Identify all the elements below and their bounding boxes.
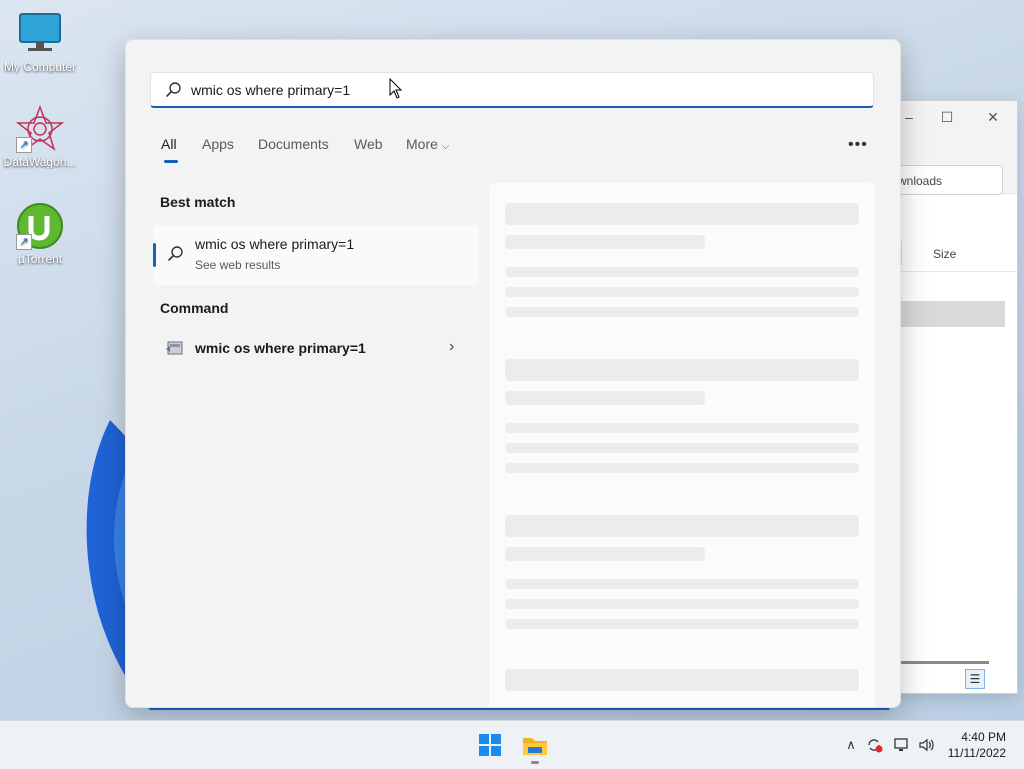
desktop-icon-datawagon[interactable]: ↗ DataWagon... xyxy=(0,104,80,169)
clock-date: 11/11/2022 xyxy=(947,746,1006,760)
skeleton-line xyxy=(505,599,859,609)
datawagon-logo-icon: ↗ xyxy=(15,104,65,153)
more-options-button[interactable]: ••• xyxy=(848,136,868,154)
close-icon[interactable]: ✕ xyxy=(983,107,1003,127)
tab-apps[interactable]: Apps xyxy=(202,136,234,152)
skeleton-line xyxy=(505,359,859,381)
running-indicator xyxy=(531,761,539,764)
column-separator xyxy=(901,241,902,265)
windows-logo-icon xyxy=(479,734,501,756)
folder-icon xyxy=(523,738,547,755)
mouse-cursor-icon xyxy=(389,78,403,99)
command-title: wmic os where primary=1 xyxy=(195,340,366,356)
maximize-icon[interactable]: ☐ xyxy=(937,107,957,127)
file-explorer-window[interactable]: – ☐ ✕ wnloads Size ☰ ▭ xyxy=(898,100,1018,694)
minimize-icon[interactable]: – xyxy=(899,107,919,127)
skeleton-line xyxy=(505,235,705,249)
best-match-title: wmic os where primary=1 xyxy=(195,236,355,252)
column-size-label[interactable]: Size xyxy=(933,247,956,261)
volume-icon[interactable] xyxy=(918,737,936,753)
details-view-icon[interactable]: ☰ xyxy=(965,669,985,689)
shortcut-arrow-icon: ↗ xyxy=(16,234,32,250)
chevron-up-icon[interactable]: ∧ xyxy=(842,737,860,753)
start-button[interactable] xyxy=(474,729,506,761)
tab-web[interactable]: Web xyxy=(354,136,383,152)
search-flyout: All Apps Documents Web More ⌵ ••• Best m… xyxy=(125,39,901,708)
ellipsis-icon: ••• xyxy=(848,136,868,153)
skeleton-line xyxy=(505,579,859,589)
network-icon[interactable] xyxy=(893,737,911,753)
command-header: Command xyxy=(160,300,229,316)
skeleton-line xyxy=(505,547,705,561)
best-match-result[interactable]: wmic os where primary=1 See web results xyxy=(153,225,479,285)
desktop-icon-label: DataWagon... xyxy=(3,155,77,169)
skeleton-line xyxy=(505,267,859,277)
skeleton-line xyxy=(505,669,859,691)
skeleton-line xyxy=(505,515,859,537)
explorer-column-header: Size xyxy=(899,237,1017,272)
chevron-down-icon: ⌵ xyxy=(441,141,450,152)
explorer-selected-row[interactable] xyxy=(899,301,1005,327)
desktop-icon-label: µTorrent xyxy=(17,252,63,266)
tiles-view-icon[interactable]: ▭ xyxy=(965,689,985,693)
desktop-icon-utorrent[interactable]: ↗ µTorrent xyxy=(0,202,80,266)
monitor-icon xyxy=(16,10,64,58)
skeleton-line xyxy=(505,443,859,453)
search-box[interactable] xyxy=(150,72,874,108)
search-input[interactable] xyxy=(191,79,851,101)
tab-documents[interactable]: Documents xyxy=(258,136,329,152)
shortcut-arrow-icon: ↗ xyxy=(16,137,32,153)
taskbar-file-explorer[interactable] xyxy=(519,729,551,764)
web-search-icon xyxy=(168,246,183,261)
explorer-view-toggle: ☰ ▭ xyxy=(965,669,1009,693)
search-icon xyxy=(166,82,181,97)
chevron-right-icon[interactable]: › xyxy=(449,338,454,356)
skeleton-line xyxy=(505,619,859,629)
skeleton-line xyxy=(505,423,859,433)
explorer-titlebar[interactable]: – ☐ ✕ xyxy=(899,101,1017,133)
tab-active-indicator xyxy=(164,160,178,163)
explorer-scrollbar[interactable] xyxy=(899,661,989,664)
best-match-subtitle: See web results xyxy=(195,258,281,272)
tab-all[interactable]: All xyxy=(161,136,177,152)
skeleton-line xyxy=(505,463,859,473)
skeleton-line xyxy=(505,391,705,405)
command-result[interactable]: wmic os where primary=1 › xyxy=(153,330,479,366)
command-app-icon xyxy=(166,341,183,355)
desktop-icon-label: My Computer xyxy=(3,60,77,74)
taskbar: ∧ 4:40 PM 11/11/2022 xyxy=(0,720,1024,769)
tab-more-label: More xyxy=(406,136,438,152)
preview-pane xyxy=(489,183,875,707)
desktop-icon-my-computer[interactable]: My Computer xyxy=(0,10,80,74)
skeleton-line xyxy=(505,307,859,317)
skeleton-line xyxy=(505,287,859,297)
selection-accent xyxy=(153,243,156,267)
utorrent-logo-icon: ↗ xyxy=(16,202,64,250)
taskbar-clock[interactable]: 4:40 PM 11/11/2022 xyxy=(948,729,1006,761)
best-match-header: Best match xyxy=(160,194,236,210)
skeleton-line xyxy=(505,203,859,225)
sync-alert-icon[interactable] xyxy=(866,737,884,753)
tab-more[interactable]: More ⌵ xyxy=(406,136,449,152)
explorer-address-bar[interactable]: wnloads xyxy=(899,165,1003,195)
clock-time: 4:40 PM xyxy=(961,730,1006,744)
